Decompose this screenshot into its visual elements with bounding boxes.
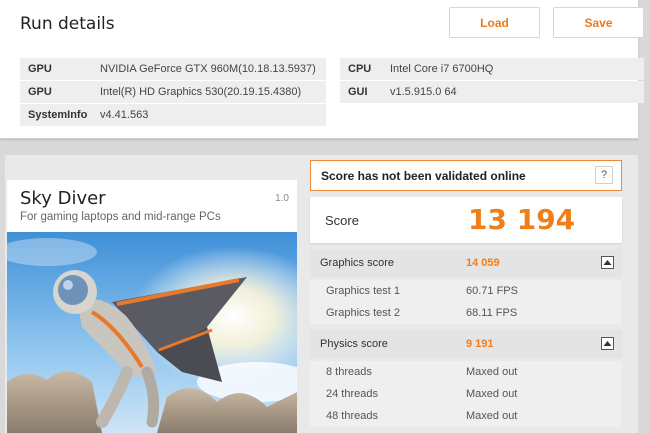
info-row-gui: GUI v1.5.915.0 64 xyxy=(340,81,644,103)
collapse-up-icon[interactable] xyxy=(601,337,614,350)
physics-test-name: 24 threads xyxy=(326,388,378,400)
graphics-test-value: 68.11 FPS xyxy=(466,307,518,319)
help-icon[interactable]: ? xyxy=(595,166,613,184)
score-label: Score xyxy=(325,213,359,228)
info-value: Intel(R) HD Graphics 530(20.19.15.4380) xyxy=(100,86,302,98)
info-key: GUI xyxy=(348,86,368,98)
score-value: 13 194 xyxy=(468,203,576,236)
physics-score-label: Physics score xyxy=(320,338,388,350)
run-details-panel: Run details Load Save GPU NVIDIA GeForce… xyxy=(0,0,644,139)
info-row-gpu-1: GPU NVIDIA GeForce GTX 960M(10.18.13.593… xyxy=(20,58,326,80)
list-item: 48 threads Maxed out xyxy=(310,405,622,427)
info-key: SystemInfo xyxy=(28,109,88,121)
collapse-up-icon[interactable] xyxy=(601,256,614,269)
physics-test-name: 48 threads xyxy=(326,410,378,422)
physics-score-value: 9 191 xyxy=(466,338,494,350)
info-key: GPU xyxy=(28,63,52,75)
list-item: Graphics test 1 60.71 FPS xyxy=(310,280,622,302)
info-value: v1.5.915.0 64 xyxy=(390,86,457,98)
physics-test-value: Maxed out xyxy=(466,366,518,378)
test-description: For gaming laptops and mid-range PCs xyxy=(20,211,221,223)
info-value: v4.41.563 xyxy=(100,109,149,121)
list-item: 8 threads Maxed out xyxy=(310,361,622,383)
physics-test-value: Maxed out xyxy=(466,410,518,422)
info-value: Intel Core i7 6700HQ xyxy=(390,63,494,75)
graphics-test-name: Graphics test 2 xyxy=(326,307,400,319)
load-button[interactable]: Load xyxy=(449,7,540,38)
info-key: GPU xyxy=(28,86,52,98)
test-version: 1.0 xyxy=(275,193,289,204)
test-name: Sky Diver xyxy=(20,188,106,209)
physics-test-value: Maxed out xyxy=(466,388,518,400)
sky-diver-artwork xyxy=(7,232,297,433)
validation-message: Score has not been validated online xyxy=(321,168,526,183)
graphics-test-value: 60.71 FPS xyxy=(466,285,518,297)
list-item: Graphics test 2 68.11 FPS xyxy=(310,302,622,324)
physics-test-name: 8 threads xyxy=(326,366,372,378)
run-details-title: Run details xyxy=(20,14,115,34)
info-value: NVIDIA GeForce GTX 960M(10.18.13.5937) xyxy=(100,63,316,75)
info-row-gpu-2: GPU Intel(R) HD Graphics 530(20.19.15.43… xyxy=(20,81,326,103)
graphics-test-name: Graphics test 1 xyxy=(326,285,400,297)
info-key: CPU xyxy=(348,63,372,75)
info-row-cpu: CPU Intel Core i7 6700HQ xyxy=(340,58,644,80)
physics-score-header: Physics score 9 191 xyxy=(310,330,622,358)
validation-notice: Score has not been validated online ? xyxy=(310,160,622,191)
graphics-score-label: Graphics score xyxy=(320,257,394,269)
score-box: Score 13 194 xyxy=(310,197,622,243)
save-button[interactable]: Save xyxy=(553,7,644,38)
graphics-score-value: 14 059 xyxy=(466,257,500,269)
list-item: 24 threads Maxed out xyxy=(310,383,622,405)
graphics-score-header: Graphics score 14 059 xyxy=(310,249,622,277)
test-card: Sky Diver 1.0 For gaming laptops and mid… xyxy=(7,180,297,433)
info-row-systeminfo: SystemInfo v4.41.563 xyxy=(20,104,326,126)
